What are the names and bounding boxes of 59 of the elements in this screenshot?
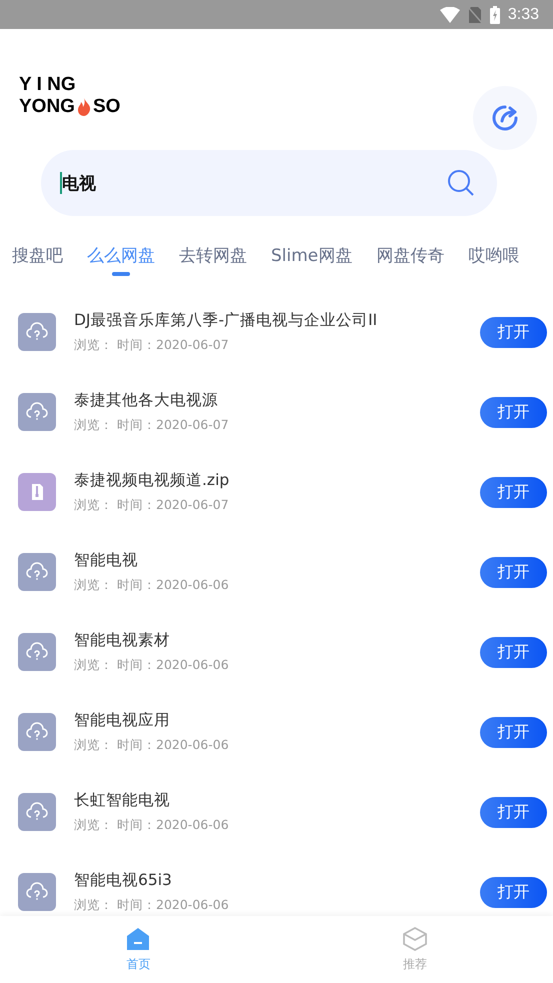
open-button[interactable]: 打开	[480, 636, 547, 668]
date-text: 时间：2020-06-06	[117, 817, 229, 834]
battery-icon	[490, 6, 500, 24]
views-label: 浏览：	[74, 817, 113, 834]
logo-text: YONG	[19, 96, 75, 118]
file-title: 智能电视应用	[74, 710, 171, 731]
file-title: DJ最强音乐库第八季-广播电视与企业公司II	[74, 310, 378, 331]
file-title: 智能电视65i3	[74, 870, 173, 891]
search-field[interactable]: 电视	[41, 150, 497, 216]
cloud-icon	[18, 793, 56, 831]
cloud-icon	[18, 313, 56, 351]
views-label: 浏览：	[74, 337, 113, 354]
open-button[interactable]: 打开	[480, 876, 547, 908]
cloud-icon	[18, 553, 56, 591]
cloud-icon	[18, 633, 56, 671]
open-button[interactable]: 打开	[480, 476, 547, 508]
open-button[interactable]: 打开	[480, 396, 547, 428]
tab[interactable]: 么么网盘	[87, 216, 155, 286]
open-button[interactable]: 打开	[480, 716, 547, 748]
views-label: 浏览：	[74, 897, 113, 914]
file-title: 智能电视	[74, 550, 139, 571]
nav-tab[interactable]: 首页	[0, 916, 276, 983]
open-button[interactable]: 打开	[480, 796, 547, 828]
file-title: 智能电视素材	[74, 630, 171, 651]
search-icon[interactable]	[447, 169, 475, 197]
tab[interactable]: 去转网盘	[179, 216, 247, 286]
views-label: 浏览：	[74, 737, 113, 754]
cloud-icon	[18, 713, 56, 751]
date-text: 时间：2020-06-06	[117, 577, 229, 594]
open-button[interactable]: 打开	[480, 316, 547, 348]
date-text: 时间：2020-06-06	[117, 897, 229, 914]
tab[interactable]: Slime网盘	[271, 216, 352, 286]
open-button[interactable]: 打开	[480, 556, 547, 588]
wifi-icon	[440, 6, 460, 22]
views-label: 浏览：	[74, 417, 113, 434]
cloud-icon	[18, 873, 56, 911]
logo-text: SO	[92, 96, 120, 118]
file-title: 泰捷其他各大电视源	[74, 390, 219, 411]
tab[interactable]: 搜盘吧	[12, 216, 63, 286]
file-title: 长虹智能电视	[74, 790, 171, 811]
zip-file-icon	[18, 473, 56, 511]
date-text: 时间：2020-06-06	[117, 657, 229, 674]
views-label: 浏览：	[74, 577, 113, 594]
date-text: 时间：2020-06-07	[117, 497, 229, 514]
views-label: 浏览：	[74, 497, 113, 514]
file-title: 泰捷视频电视频道.zip	[74, 470, 230, 491]
views-label: 浏览：	[74, 657, 113, 674]
logo-text: Y I NG	[19, 74, 77, 96]
flame-icon	[76, 98, 91, 116]
status-time: 3:33	[508, 6, 539, 24]
date-text: 时间：2020-06-06	[117, 737, 229, 754]
tab[interactable]: 哎哟喂	[468, 216, 520, 286]
home-icon	[126, 926, 150, 950]
tab[interactable]: 网盘传奇	[376, 216, 444, 286]
date-text: 时间：2020-06-07	[117, 337, 229, 354]
date-text: 时间：2020-06-07	[117, 417, 229, 434]
cloud-icon	[18, 393, 56, 431]
box-icon	[402, 926, 427, 950]
no-sim-icon	[468, 6, 482, 24]
